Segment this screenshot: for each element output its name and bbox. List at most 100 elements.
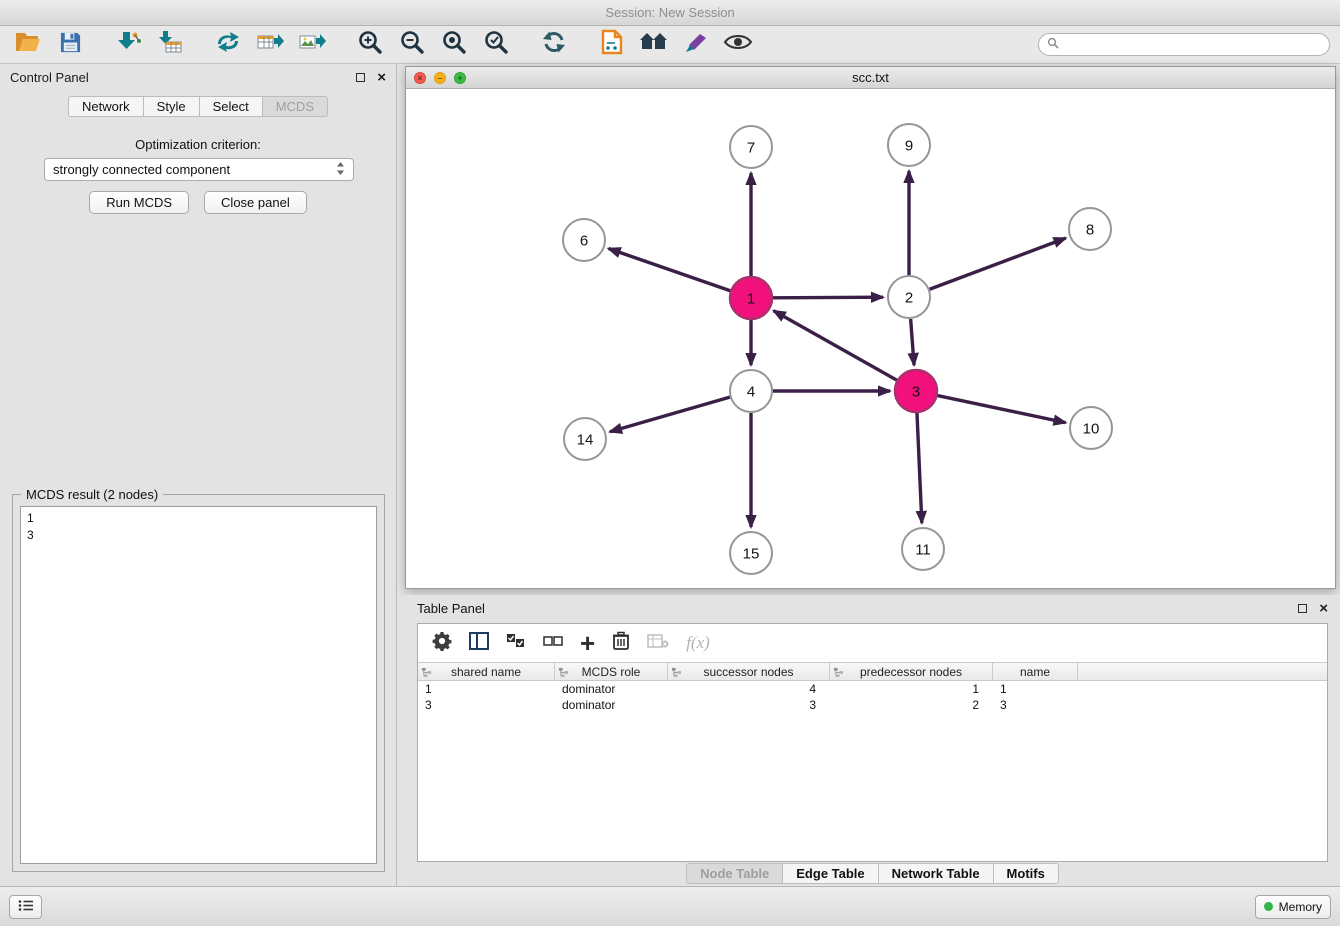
main-toolbar xyxy=(0,26,1340,64)
graph-edge-3-11[interactable] xyxy=(917,413,922,523)
add-column-button[interactable]: + xyxy=(580,633,595,653)
tab-select[interactable]: Select xyxy=(200,96,263,117)
graph-node-label: 15 xyxy=(743,546,760,563)
search-input[interactable] xyxy=(1065,38,1321,52)
open-folder-icon xyxy=(14,30,42,59)
minimize-window-icon[interactable]: – xyxy=(434,72,446,84)
graph-edge-1-6[interactable] xyxy=(609,249,731,291)
tab-network-table[interactable]: Network Table xyxy=(879,863,994,884)
import-table-icon xyxy=(157,30,183,59)
save-session-button[interactable] xyxy=(52,30,88,60)
graph-edge-2-3[interactable] xyxy=(911,319,914,365)
float-panel-icon[interactable] xyxy=(356,73,365,82)
zoom-in-button[interactable] xyxy=(352,30,388,60)
tab-style[interactable]: Style xyxy=(144,96,200,117)
column-header-predecessor-nodes[interactable]: predecessor nodes xyxy=(830,663,993,680)
graph-node-label: 4 xyxy=(747,384,755,401)
eye-button[interactable] xyxy=(720,30,756,60)
home-button[interactable] xyxy=(636,30,672,60)
column-header-mcds-role[interactable]: MCDS role xyxy=(555,663,668,680)
style-paint-button[interactable] xyxy=(678,30,714,60)
mcds-result-title: MCDS result (2 nodes) xyxy=(21,487,163,502)
mcds-result-textarea[interactable]: 1 3 xyxy=(20,506,377,864)
tab-motifs[interactable]: Motifs xyxy=(994,863,1059,884)
style-paint-icon xyxy=(683,30,709,59)
import-network-button[interactable] xyxy=(110,30,146,60)
cell-successor-nodes: 4 xyxy=(668,682,830,696)
search-field[interactable] xyxy=(1038,33,1330,56)
window-titlebar: Session: New Session xyxy=(0,0,1340,26)
control-panel-title: Control Panel xyxy=(10,70,89,85)
select-all-button[interactable] xyxy=(506,633,526,654)
export-network-button[interactable] xyxy=(210,30,246,60)
graph-node-label: 11 xyxy=(915,542,931,559)
network-graph: 7968124314101511 xyxy=(406,89,1335,588)
tab-mcds[interactable]: MCDS xyxy=(263,96,328,117)
export-image-button[interactable] xyxy=(294,30,330,60)
import-table-button[interactable] xyxy=(152,30,188,60)
deselect-all-button[interactable] xyxy=(543,633,563,654)
graph-node-label: 2 xyxy=(905,290,913,307)
column-header-shared-name[interactable]: shared name xyxy=(418,663,555,680)
zoom-fit-icon xyxy=(441,29,467,60)
column-header-name[interactable]: name xyxy=(993,663,1078,680)
table-row[interactable]: 3 dominator 3 2 3 xyxy=(418,697,1327,713)
delete-table-button[interactable] xyxy=(647,633,669,654)
close-window-icon[interactable]: × xyxy=(414,72,426,84)
delete-column-button[interactable] xyxy=(612,631,630,656)
control-panel: Control Panel × Network Style Select MCD… xyxy=(0,64,397,886)
run-mcds-button[interactable]: Run MCDS xyxy=(89,191,189,214)
export-table-button[interactable] xyxy=(252,30,288,60)
graph-node-label: 8 xyxy=(1086,222,1094,239)
function-builder-button[interactable]: f(x) xyxy=(686,633,710,653)
zoom-in-icon xyxy=(357,29,383,60)
optimization-criterion-select[interactable]: strongly connected component xyxy=(44,158,354,181)
first-neighbors-button[interactable] xyxy=(594,30,630,60)
export-network-icon xyxy=(215,30,241,59)
table-panel-title: Table Panel xyxy=(417,601,485,616)
cell-predecessor-nodes: 2 xyxy=(830,698,993,712)
graph-node-label: 1 xyxy=(747,291,755,308)
network-window-titlebar: × – + scc.txt xyxy=(406,67,1335,89)
task-history-button[interactable] xyxy=(9,895,42,919)
close-table-panel-icon[interactable]: × xyxy=(1319,601,1328,616)
tab-node-table[interactable]: Node Table xyxy=(686,863,783,884)
gear-button[interactable] xyxy=(432,631,452,656)
dropdown-stepper-icon xyxy=(336,161,345,179)
column-header-successor-nodes[interactable]: successor nodes xyxy=(668,663,830,680)
maximize-window-icon[interactable]: + xyxy=(454,72,466,84)
zoom-out-button[interactable] xyxy=(394,30,430,60)
eye-icon xyxy=(723,32,753,57)
network-canvas[interactable]: 7968124314101511 xyxy=(406,89,1335,588)
table-header-row: shared name MCDS role successor nodes pr… xyxy=(418,662,1327,681)
graph-edge-2-8[interactable] xyxy=(930,238,1066,289)
zoom-fit-button[interactable] xyxy=(436,30,472,60)
float-table-panel-icon[interactable] xyxy=(1298,604,1307,613)
tab-network[interactable]: Network xyxy=(68,96,144,117)
cell-successor-nodes: 3 xyxy=(668,698,830,712)
refresh-button[interactable] xyxy=(536,30,572,60)
cell-predecessor-nodes: 1 xyxy=(830,682,993,696)
show-columns-button[interactable] xyxy=(469,632,489,655)
graph-edge-1-2[interactable] xyxy=(773,297,883,298)
table-row[interactable]: 1 dominator 4 1 1 xyxy=(418,681,1327,697)
graph-edge-3-10[interactable] xyxy=(938,396,1066,423)
zoom-selected-button[interactable] xyxy=(478,30,514,60)
cell-name: 1 xyxy=(993,682,1078,696)
close-panel-button[interactable]: Close panel xyxy=(204,191,307,214)
graph-edge-4-14[interactable] xyxy=(610,397,730,432)
table-panel: Table Panel × + f(x) shared name MCDS ro… xyxy=(405,595,1340,886)
export-table-icon xyxy=(256,30,284,59)
memory-label: Memory xyxy=(1279,900,1322,914)
tab-edge-table[interactable]: Edge Table xyxy=(783,863,878,884)
column-type-icon xyxy=(833,667,844,681)
graph-edge-3-1[interactable] xyxy=(774,311,897,380)
list-icon xyxy=(18,899,33,915)
table-panel-header: Table Panel × xyxy=(405,595,1340,621)
cell-shared-name: 1 xyxy=(418,682,555,696)
memory-button[interactable]: Memory xyxy=(1255,895,1331,919)
close-panel-icon[interactable]: × xyxy=(377,70,386,85)
graph-node-label: 6 xyxy=(580,233,588,250)
open-session-button[interactable] xyxy=(10,30,46,60)
dropdown-selected-value: strongly connected component xyxy=(53,162,230,177)
